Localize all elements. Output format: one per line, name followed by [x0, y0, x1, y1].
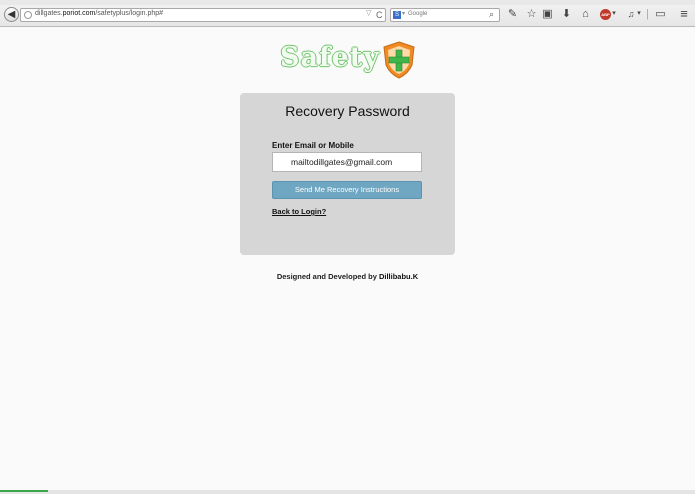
adblock-icon[interactable]: ABP: [600, 9, 611, 20]
url-text[interactable]: dillgates.poriot.com/safetyplus/login.ph…: [35, 10, 163, 17]
footer-credit: Designed and Developed by Dillibabu.K: [0, 272, 695, 281]
extension-dropdown-icon[interactable]: ▾: [636, 7, 642, 21]
page-title: Recovery Password: [285, 103, 410, 119]
back-button[interactable]: ◀: [4, 7, 19, 22]
search-engine-icon[interactable]: S: [393, 11, 401, 19]
globe-icon: [24, 11, 32, 19]
search-placeholder[interactable]: Google: [408, 11, 427, 17]
search-engine-dropdown-icon[interactable]: ▾: [402, 10, 405, 17]
extension-icon[interactable]: ♫: [626, 7, 636, 21]
url-path: /safetyplus/login.php#: [95, 10, 164, 17]
download-icon[interactable]: ⬇: [561, 7, 572, 21]
url-domain: poriot.com: [62, 10, 96, 17]
back-arrow-icon: ◀: [7, 9, 16, 20]
url-history-dropdown-icon[interactable]: ▽: [366, 9, 371, 17]
hamburger-menu-icon[interactable]: ≡: [678, 7, 690, 21]
logo-text: Safety: [280, 42, 380, 73]
url-host: dillgates.: [35, 10, 63, 17]
reader-icon[interactable]: ✎: [507, 7, 518, 21]
safety-logo: Safety: [278, 40, 418, 80]
toolbar-separator: |: [646, 8, 649, 20]
email-field[interactable]: mailtodillgates@gmail.com: [272, 152, 422, 172]
adblock-dropdown-icon[interactable]: ▾: [611, 7, 617, 21]
search-bar[interactable]: S ▾ Google ⌕: [390, 8, 500, 22]
footer-author: Dillibabu.K: [378, 272, 419, 281]
recovery-card: Recovery Password Enter Email or Mobile …: [240, 93, 455, 255]
shield-cross-icon: [383, 41, 415, 79]
status-bar: [0, 490, 695, 494]
window-icon[interactable]: ▭: [655, 7, 666, 21]
home-icon[interactable]: ⌂: [580, 7, 591, 21]
email-label: Enter Email or Mobile: [272, 141, 354, 150]
footer-prefix: Designed and Developed by: [276, 272, 377, 281]
back-to-login-link[interactable]: Back to Login?: [272, 207, 326, 216]
address-bar[interactable]: dillgates.poriot.com/safetyplus/login.ph…: [20, 8, 386, 22]
clipboard-icon[interactable]: ▣: [542, 7, 553, 21]
window-top-border: [0, 0, 695, 5]
send-recovery-button[interactable]: Send Me Recovery Instructions: [272, 181, 422, 199]
browser-toolbar: ◀ dillgates.poriot.com/safetyplus/login.…: [0, 0, 695, 27]
search-icon[interactable]: ⌕: [489, 9, 494, 20]
bookmark-star-icon[interactable]: ☆: [526, 7, 537, 21]
load-progress-bar: [0, 490, 48, 492]
reload-icon[interactable]: C: [376, 9, 383, 21]
